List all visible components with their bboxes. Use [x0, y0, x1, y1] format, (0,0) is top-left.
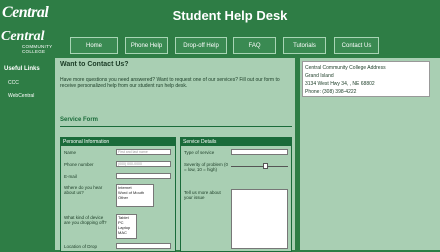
issue-textarea[interactable]	[231, 189, 288, 249]
device-option[interactable]: MAC	[118, 230, 136, 235]
section-divider	[60, 126, 292, 127]
nav-phone-help[interactable]: Phone Help	[125, 37, 168, 54]
logo-line1-repeat: Central	[1, 29, 45, 44]
device-listbox[interactable]: Tablet PC Laptop MAC	[116, 214, 137, 239]
service-details-box: Service Details Type of service Severity…	[180, 137, 292, 252]
address-line: 3134 West Hwy 34, , NE 68802	[305, 81, 375, 87]
sidebar-link-webcentral[interactable]: WebCentral	[8, 93, 34, 99]
intro-text: Have more questions you need answered? W…	[60, 77, 280, 89]
address-line: Central Community College Address	[305, 65, 386, 71]
address-box: Central Community College Address Grand …	[302, 61, 430, 97]
severity-slider-track[interactable]	[231, 166, 288, 167]
dropoff-label: Location of Drop	[64, 244, 98, 249]
severity-slider-knob[interactable]	[263, 163, 269, 169]
heard-label: Where do you hear about us?	[64, 185, 103, 195]
main-nav: Home Phone Help Drop-off Help FAQ Tutori…	[70, 37, 440, 55]
name-input[interactable]: First and last name	[116, 149, 171, 155]
heard-listbox[interactable]: Internet Word of Mouth Other	[116, 184, 154, 207]
section-title: Service Form	[60, 117, 99, 123]
personal-info-box: Personal Information Name First and last…	[60, 137, 176, 252]
logo-sub: COMMUNITY COLLEGE	[22, 44, 52, 54]
sidebar-link-ccc[interactable]: CCC	[8, 80, 19, 86]
page-title: Student Help Desk	[172, 8, 288, 23]
name-label: Name	[64, 150, 77, 155]
contact-info-panel: Central Community College Address Grand …	[300, 58, 440, 250]
device-label: What kind of device are you dropping off…	[64, 215, 107, 225]
sidebar-heading: Useful Links	[4, 66, 40, 72]
nav-home[interactable]: Home	[70, 37, 118, 54]
service-type-input[interactable]	[231, 149, 288, 155]
main-content: Want to Contact Us? Have more questions …	[55, 58, 295, 252]
personal-info-heading: Personal Information	[61, 138, 175, 146]
address-line: Grand Island	[305, 73, 334, 79]
nav-contact-us[interactable]: Contact Us	[334, 37, 379, 54]
sidebar: Useful Links CCC WebCentral	[0, 60, 52, 250]
phone-label: Phone number	[64, 162, 94, 167]
contact-title: Want to Contact Us?	[60, 61, 129, 68]
email-input[interactable]	[116, 173, 171, 179]
nav-drop-off-help[interactable]: Drop-off Help	[175, 37, 227, 54]
service-details-heading: Service Details	[181, 138, 291, 146]
email-label: E-mail	[64, 174, 77, 179]
nav-tutorials[interactable]: Tutorials	[283, 37, 326, 54]
logo-line3: COLLEGE	[22, 49, 46, 54]
severity-label: Severity of problem (0 = low, 10 = high)	[184, 162, 229, 172]
dropoff-input[interactable]	[116, 243, 171, 249]
heard-option[interactable]: Other	[118, 195, 153, 200]
nav-faq[interactable]: FAQ	[233, 37, 276, 54]
issue-label: Tell us more about your issue	[184, 190, 221, 200]
header: Central Central COMMUNITY COLLEGE Student…	[0, 0, 440, 60]
address-line: Phone: (308) 398-4222	[305, 89, 357, 95]
service-type-label: Type of service	[184, 150, 215, 155]
phone-input[interactable]: (000) 000-0000	[116, 161, 171, 167]
